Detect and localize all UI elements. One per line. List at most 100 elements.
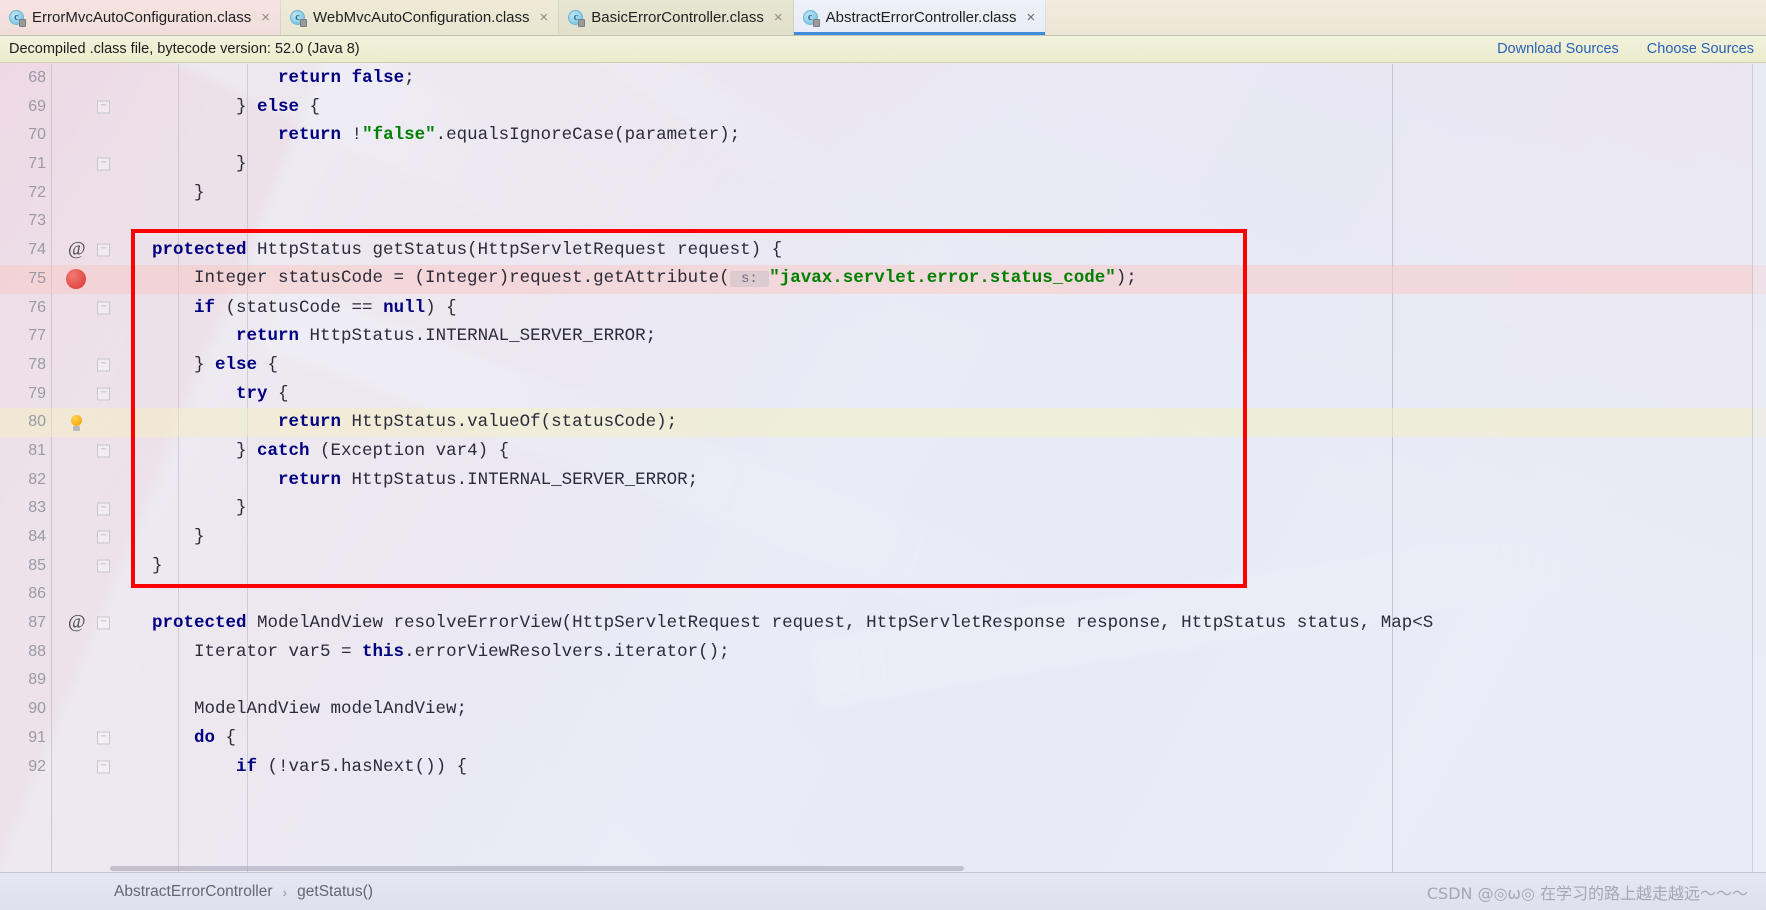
code-fold-icon[interactable]: − [97,731,110,745]
gutter-marker-area[interactable] [52,322,110,351]
code-line[interactable]: 83 − } [0,494,1766,523]
code-text[interactable]: protected ModelAndView resolveErrorView(… [110,609,1766,638]
code-line[interactable]: 84 − } [0,523,1766,552]
code-text[interactable]: } [110,494,1766,523]
code-line[interactable]: 92 − if (!var5.hasNext()) { [0,753,1766,782]
gutter-marker-area[interactable] [52,466,110,495]
intention-bulb-icon[interactable] [70,414,83,431]
code-text[interactable]: } [110,552,1766,581]
gutter-marker-area[interactable]: @ − [52,236,110,265]
code-fold-icon[interactable]: − [97,387,110,401]
code-text[interactable]: do { [110,724,1766,753]
gutter-marker-area[interactable] [52,695,110,724]
close-icon[interactable]: × [261,10,270,25]
gutter-marker-area[interactable]: − [52,351,110,380]
code-text[interactable]: } else { [110,93,1766,122]
gutter-marker-area[interactable]: − [52,294,110,323]
gutter-marker-area[interactable] [52,207,110,236]
override-annotation-icon[interactable]: @ [68,609,86,638]
gutter-marker-area[interactable] [52,265,110,294]
code-text[interactable]: } [110,150,1766,179]
code-line[interactable]: 90 ModelAndView modelAndView; [0,695,1766,724]
breadcrumb-item-0[interactable]: AbstractErrorController [114,883,273,901]
editor-tab-0[interactable]: c ErrorMvcAutoConfiguration.class × [0,0,282,35]
breadcrumb-item-1[interactable]: getStatus() [297,883,373,901]
code-fold-icon[interactable]: − [97,301,110,315]
code-line[interactable]: 85 − } [0,552,1766,581]
close-icon[interactable]: × [1027,10,1036,25]
code-line[interactable]: 82 return HttpStatus.INTERNAL_SERVER_ERR… [0,466,1766,495]
code-text[interactable]: Integer statusCode = (Integer)request.ge… [110,264,1766,294]
gutter-marker-area[interactable]: − [52,380,110,409]
code-line[interactable]: 86 [0,580,1766,609]
editor-scrollbar-markers[interactable] [1752,64,1766,872]
code-fold-icon[interactable]: − [97,760,110,774]
gutter-marker-area[interactable] [52,580,110,609]
editor-tab-1[interactable]: c WebMvcAutoConfiguration.class × [281,0,560,35]
code-text[interactable]: return HttpStatus.valueOf(statusCode); [110,408,1766,437]
code-fold-icon[interactable]: − [97,502,110,516]
code-fold-icon[interactable]: − [97,243,110,257]
code-text[interactable]: if (!var5.hasNext()) { [110,753,1766,782]
code-lines[interactable]: 68 return false; 69− } else {70 return !"… [0,64,1766,872]
code-line[interactable]: 87 @ − protected ModelAndView resolveError… [0,609,1766,638]
gutter-marker-area[interactable] [52,64,110,93]
horizontal-scrollbar-thumb[interactable] [110,866,964,871]
breakpoint-icon[interactable] [66,269,86,290]
download-sources-link[interactable]: Download Sources [1497,41,1619,57]
code-text[interactable]: try { [110,380,1766,409]
code-text[interactable]: } catch (Exception var4) { [110,437,1766,466]
gutter-marker-area[interactable]: − [52,93,110,122]
close-icon[interactable]: × [540,10,549,25]
code-line[interactable]: 69 − } else { [0,93,1766,122]
code-line[interactable]: 70 return !"false".equalsIgnoreCase(para… [0,121,1766,150]
code-text[interactable]: ModelAndView modelAndView; [110,695,1766,724]
override-annotation-icon[interactable]: @ [68,236,86,265]
code-line[interactable]: 75 Integer statusCode = (Integer)request… [0,264,1766,294]
editor-tab-3[interactable]: c AbstractErrorController.class × [793,0,1047,35]
code-text[interactable]: } else { [110,351,1766,380]
gutter-marker-area[interactable]: @ − [52,609,110,638]
code-editor[interactable]: 68 return false; 69− } else {70 return !"… [0,64,1766,872]
code-line[interactable]: 72 } [0,179,1766,208]
gutter-marker-area[interactable] [52,121,110,150]
gutter-marker-area[interactable]: − [52,150,110,179]
code-text[interactable]: Iterator var5 = this.errorViewResolvers.… [110,638,1766,667]
code-line[interactable]: 76 − if (statusCode == null) { [0,294,1766,323]
code-text[interactable]: } [110,523,1766,552]
code-line[interactable]: 71 − } [0,150,1766,179]
code-line[interactable]: 80 return HttpStatus.valueOf(statusCode)… [0,408,1766,437]
code-line[interactable]: 74 @ − protected HttpStatus getStatus(Http… [0,236,1766,265]
code-line[interactable]: 88 Iterator var5 = this.errorViewResolve… [0,638,1766,667]
code-line[interactable]: 73 [0,207,1766,236]
gutter-marker-area[interactable]: − [52,437,110,466]
horizontal-scrollbar[interactable] [110,865,1752,872]
code-line[interactable]: 81 − } catch (Exception var4) { [0,437,1766,466]
gutter-marker-area[interactable]: − [52,523,110,552]
gutter-marker-area[interactable] [52,638,110,667]
code-line[interactable]: 68 return false; [0,64,1766,93]
code-fold-icon[interactable]: − [97,616,110,630]
close-icon[interactable]: × [774,10,783,25]
code-fold-icon[interactable]: − [97,157,110,171]
code-text[interactable]: if (statusCode == null) { [110,294,1766,323]
editor-tab-2[interactable]: c BasicErrorController.class × [559,0,794,35]
code-text[interactable]: return HttpStatus.INTERNAL_SERVER_ERROR; [110,322,1766,351]
code-line[interactable]: 77 return HttpStatus.INTERNAL_SERVER_ERR… [0,322,1766,351]
code-line[interactable]: 79 − try { [0,380,1766,409]
gutter-marker-area[interactable]: − [52,753,110,782]
code-fold-icon[interactable]: − [97,100,110,114]
code-line[interactable]: 91 − do { [0,724,1766,753]
gutter-marker-area[interactable]: − [52,494,110,523]
gutter-marker-area[interactable] [52,666,110,695]
code-text[interactable]: } [110,179,1766,208]
gutter-marker-area[interactable] [52,179,110,208]
code-fold-icon[interactable]: − [97,358,110,372]
code-text[interactable]: return false; [110,64,1766,93]
code-fold-icon[interactable]: − [97,444,110,458]
choose-sources-link[interactable]: Choose Sources [1647,41,1754,57]
gutter-marker-area[interactable]: − [52,724,110,753]
code-text[interactable]: return HttpStatus.INTERNAL_SERVER_ERROR; [110,466,1766,495]
code-line[interactable]: 89 [0,666,1766,695]
gutter-marker-area[interactable] [52,408,110,437]
